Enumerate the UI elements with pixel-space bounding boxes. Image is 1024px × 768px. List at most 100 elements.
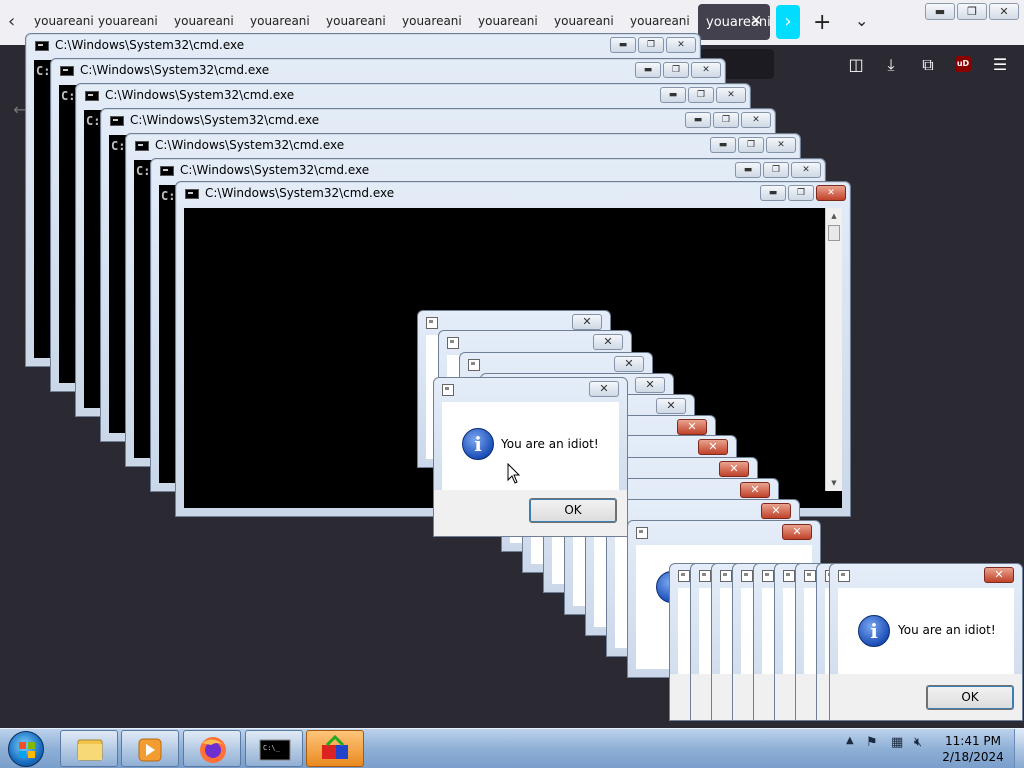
ok-button[interactable]: OK <box>926 685 1014 710</box>
mouse-cursor-icon <box>507 463 521 484</box>
show-desktop-button[interactable] <box>1014 729 1024 768</box>
scroll-down-icon[interactable]: ▼ <box>826 475 842 491</box>
cmd-icon: C:\_ <box>259 739 291 761</box>
maximize-button[interactable]: ❐ <box>663 62 689 78</box>
tab[interactable]: youareanid <box>630 14 690 28</box>
window-maximize-button[interactable]: ❐ <box>957 3 987 20</box>
app-icon <box>447 337 459 349</box>
taskbar-active-app-button[interactable] <box>306 730 364 767</box>
download-icon[interactable]: ⤓ <box>881 55 901 75</box>
action-center-flag-icon[interactable]: ⚑ <box>866 735 878 750</box>
minimize-button[interactable]: ▬ <box>710 137 736 153</box>
start-orb-icon[interactable] <box>8 731 44 767</box>
tab[interactable]: youareanid <box>554 14 614 28</box>
close-tab-icon[interactable]: ✕ <box>750 13 762 29</box>
maximize-button[interactable]: ❐ <box>638 37 664 53</box>
clock-time: 11:41 PM <box>945 734 1001 748</box>
ok-button[interactable]: OK <box>529 498 617 523</box>
vertical-scrollbar[interactable]: ▲ ▼ <box>825 208 842 491</box>
window-title: C:\Windows\System32\cmd.exe <box>80 63 270 77</box>
taskbar-media-player-button[interactable] <box>121 730 179 767</box>
tab[interactable]: youareanid <box>250 14 310 28</box>
title-bar[interactable]: ✕ <box>434 378 627 402</box>
new-tab-icon[interactable]: + <box>813 10 831 35</box>
message-box-front-right[interactable]: ✕ i You are an idiot! OK <box>829 563 1023 721</box>
tab[interactable]: youareanid <box>174 14 234 28</box>
close-button[interactable]: ✕ <box>741 112 771 128</box>
scroll-up-icon[interactable]: ▲ <box>826 208 842 224</box>
minimize-button[interactable]: ▬ <box>660 87 686 103</box>
tab[interactable]: youareanid <box>98 14 158 28</box>
title-bar[interactable]: C:\Windows\System32\cmd.exe ▬ ❐ ✕ <box>176 182 850 208</box>
maximize-button[interactable]: ❐ <box>688 87 714 103</box>
window-close-button[interactable]: ✕ <box>989 3 1019 20</box>
tab[interactable]: youareanid <box>402 14 462 28</box>
windows-logo-icon <box>19 742 35 758</box>
app-icon <box>741 570 753 582</box>
minimize-button[interactable]: ▬ <box>610 37 636 53</box>
maximize-button[interactable]: ❐ <box>763 162 789 178</box>
close-button[interactable]: ✕ <box>666 37 696 53</box>
pocket-icon[interactable]: ◫ <box>846 55 866 75</box>
dialog-message: You are an idiot! <box>898 623 996 637</box>
title-bar[interactable]: ✕ <box>628 521 820 545</box>
minimize-button[interactable]: ▬ <box>685 112 711 128</box>
prompt: C: <box>36 64 51 78</box>
tab-scroll-back-icon[interactable]: ‹ <box>8 12 26 32</box>
app-icon <box>636 527 648 539</box>
maximize-button[interactable]: ❐ <box>788 185 814 201</box>
title-bar[interactable]: C:\Windows\System32\cmd.exe ▬ ❐ ✕ <box>76 84 750 110</box>
system-clock[interactable]: 11:41 PM 2/18/2024 <box>936 733 1010 765</box>
menu-icon[interactable]: ☰ <box>990 55 1010 75</box>
close-button[interactable]: ✕ <box>716 87 746 103</box>
close-button[interactable]: ✕ <box>698 439 728 455</box>
window-title: C:\Windows\System32\cmd.exe <box>205 186 395 200</box>
close-button[interactable]: ✕ <box>691 62 721 78</box>
close-button[interactable]: ✕ <box>761 503 791 519</box>
close-button[interactable]: ✕ <box>677 419 707 435</box>
ublock-icon[interactable]: uD <box>955 56 971 72</box>
maximize-button[interactable]: ❐ <box>713 112 739 128</box>
minimize-button[interactable]: ▬ <box>735 162 761 178</box>
close-button[interactable]: ✕ <box>984 567 1014 583</box>
window-minimize-button[interactable]: ▬ <box>925 3 955 20</box>
tab-scroll-forward-icon[interactable]: › <box>776 5 800 39</box>
cmd-icon <box>160 166 174 176</box>
list-tabs-chevron-down-icon[interactable]: ⌄ <box>855 11 868 30</box>
title-bar[interactable]: C:\Windows\System32\cmd.exe ▬ ❐ ✕ <box>101 109 775 135</box>
close-button[interactable]: ✕ <box>572 314 602 330</box>
close-button[interactable]: ✕ <box>589 381 619 397</box>
media-player-icon <box>138 738 162 762</box>
show-hidden-icons-icon[interactable]: ▲ <box>846 735 854 746</box>
title-bar[interactable]: C:\Windows\System32\cmd.exe ▬ ❐ ✕ <box>26 34 700 60</box>
minimize-button[interactable]: ▬ <box>760 185 786 201</box>
title-bar[interactable]: C:\Windows\System32\cmd.exe ▬ ❐ ✕ <box>51 59 725 85</box>
close-button[interactable]: ✕ <box>740 482 770 498</box>
network-icon[interactable]: ▦ <box>891 735 903 750</box>
title-bar[interactable]: ✕ <box>830 564 1022 588</box>
close-button[interactable]: ✕ <box>816 185 846 201</box>
minimize-button[interactable]: ▬ <box>635 62 661 78</box>
close-button[interactable]: ✕ <box>719 461 749 477</box>
close-button[interactable]: ✕ <box>791 162 821 178</box>
close-button[interactable]: ✕ <box>766 137 796 153</box>
taskbar-explorer-button[interactable] <box>60 730 118 767</box>
active-tab[interactable]: youareanidiot ✕ <box>698 4 770 40</box>
maximize-button[interactable]: ❐ <box>738 137 764 153</box>
close-button[interactable]: ✕ <box>635 377 665 393</box>
tab[interactable]: youareanid <box>478 14 538 28</box>
close-button[interactable]: ✕ <box>656 398 686 414</box>
tab[interactable]: youareanid <box>326 14 386 28</box>
app-icon <box>838 570 850 582</box>
close-button[interactable]: ✕ <box>782 524 812 540</box>
scroll-thumb[interactable] <box>828 225 840 241</box>
message-box-front[interactable]: ✕ i You are an idiot! OK <box>433 377 628 537</box>
volume-muted-icon[interactable]: 🔇︎ <box>914 735 922 750</box>
tab[interactable]: youareanid <box>34 14 94 28</box>
title-bar[interactable]: C:\Windows\System32\cmd.exe ▬ ❐ ✕ <box>126 134 800 160</box>
close-button[interactable]: ✕ <box>593 334 623 350</box>
taskbar-firefox-button[interactable] <box>183 730 241 767</box>
close-button[interactable]: ✕ <box>614 356 644 372</box>
taskbar-cmd-button[interactable]: C:\_ <box>245 730 303 767</box>
extensions-icon[interactable]: ⧉ <box>918 55 938 75</box>
